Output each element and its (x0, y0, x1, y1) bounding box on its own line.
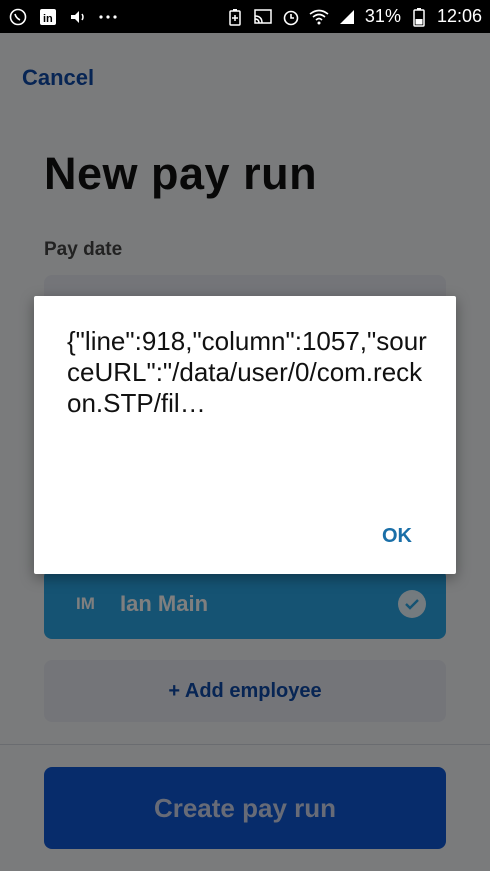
status-bar: in 31% 12:06 (0, 0, 490, 33)
battery-saver-icon (225, 7, 245, 27)
ok-button[interactable]: OK (382, 525, 412, 548)
whatsapp-icon (8, 7, 28, 27)
battery-icon (409, 7, 429, 27)
volume-icon (68, 7, 88, 27)
more-icon (98, 7, 118, 27)
alarm-icon (281, 7, 301, 27)
error-dialog: {"line":918,"column":1057,"sourceURL":"/… (34, 296, 456, 574)
wifi-icon (309, 7, 329, 27)
linkedin-icon: in (38, 7, 58, 27)
cast-icon (253, 7, 273, 27)
status-bar-right: 31% 12:06 (225, 6, 482, 27)
svg-text:in: in (43, 13, 53, 25)
dialog-message: {"line":918,"column":1057,"sourceURL":"/… (67, 326, 427, 418)
status-bar-left: in (8, 7, 118, 27)
signal-icon (337, 7, 357, 27)
clock: 12:06 (436, 6, 482, 26)
battery-percentage: 31% (364, 6, 401, 26)
